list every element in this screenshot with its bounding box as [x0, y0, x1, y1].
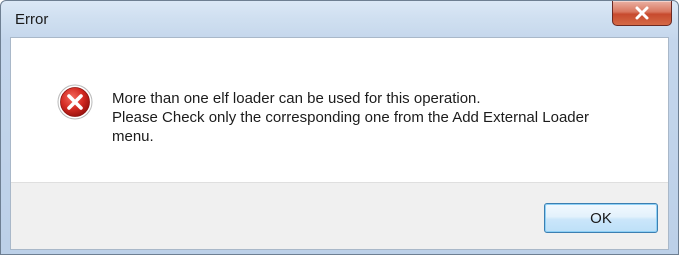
error-dialog: Error More than one elf loader can be us…: [0, 0, 679, 255]
message-line: Please Check only the corresponding one …: [112, 109, 589, 126]
ok-button[interactable]: OK: [544, 203, 658, 233]
message-area: More than one elf loader can be used for…: [11, 38, 668, 182]
message-line: menu.: [112, 128, 154, 145]
close-button[interactable]: [612, 1, 672, 26]
error-icon: [57, 84, 93, 120]
title-bar[interactable]: Error: [1, 1, 678, 37]
button-bar: OK: [11, 182, 668, 249]
dialog-body: More than one elf loader can be used for…: [10, 37, 669, 250]
message-line: More than one elf loader can be used for…: [112, 90, 481, 107]
dialog-title: Error: [15, 11, 49, 28]
error-message: More than one elf loader can be used for…: [112, 89, 648, 146]
close-icon: [635, 6, 649, 20]
